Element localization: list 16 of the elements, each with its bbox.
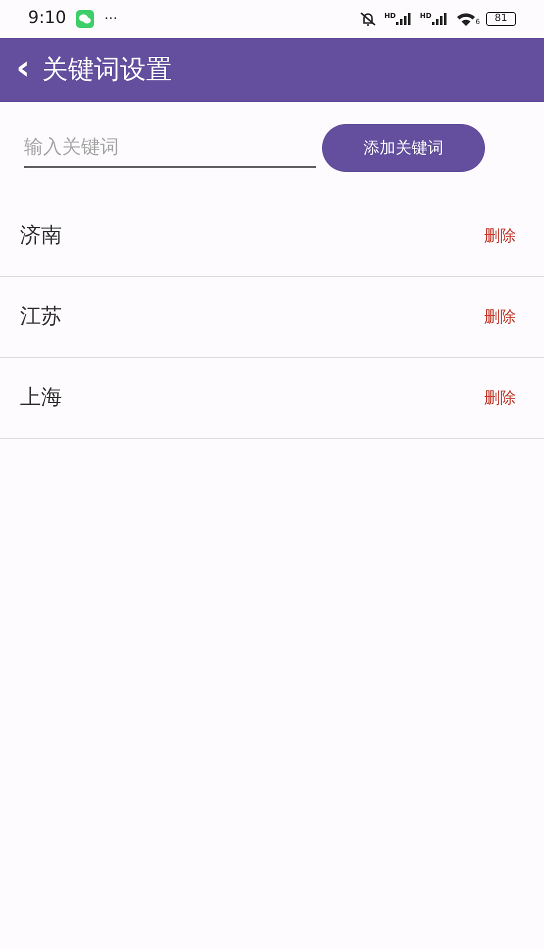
muted-bell-icon bbox=[358, 11, 378, 27]
keyword-text: 上海 bbox=[20, 384, 62, 412]
more-indicator: ··· bbox=[104, 10, 118, 28]
back-button[interactable]: ‹ bbox=[16, 51, 30, 89]
chat-app-icon bbox=[76, 10, 94, 28]
delete-button[interactable]: 删除 bbox=[484, 386, 516, 410]
wifi-icon bbox=[456, 12, 476, 26]
keyword-input[interactable]: 输入关键词 bbox=[24, 128, 316, 168]
add-keyword-button[interactable]: 添加关键词 bbox=[322, 124, 485, 172]
page-title: 关键词设置 bbox=[42, 54, 172, 86]
keyword-text: 济南 bbox=[20, 222, 62, 250]
battery-indicator: 81 bbox=[486, 12, 516, 26]
delete-button[interactable]: 删除 bbox=[484, 305, 516, 329]
status-time: 9:10 bbox=[28, 7, 66, 30]
delete-button[interactable]: 删除 bbox=[484, 224, 516, 248]
keyword-text: 江苏 bbox=[20, 303, 62, 330]
